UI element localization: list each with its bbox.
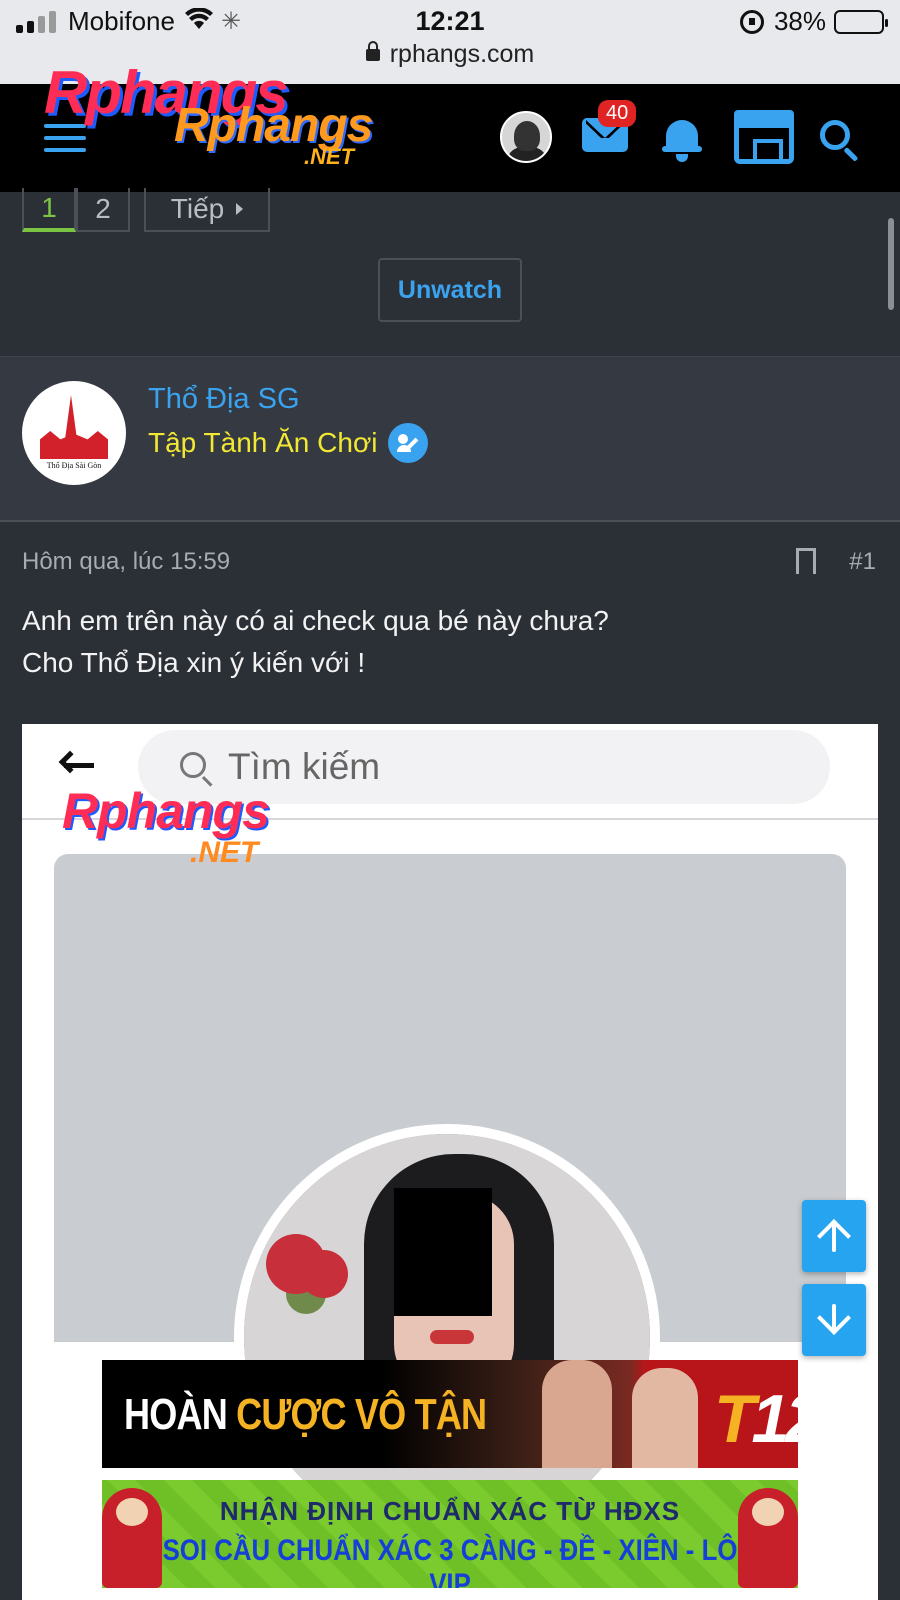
post-body: Anh em trên này có ai check qua bé này c…: [22, 600, 872, 684]
store-icon[interactable]: [734, 110, 794, 164]
ad-banner-t128[interactable]: HOÀN CƯỢC VÔ TẬN T128: [102, 1360, 798, 1468]
page-1-button[interactable]: 1: [22, 188, 76, 232]
poster-name[interactable]: Thổ Địa SG: [148, 383, 300, 416]
banner1-text-yellow: CƯỢC VÔ TẬN: [236, 1390, 487, 1439]
banner1-text: HOÀN CƯỢC VÔ TẬN: [124, 1390, 487, 1440]
arrow-up-icon: [817, 1219, 851, 1253]
banner2-line2: SOI CẦU CHUẨN XÁC 3 CÀNG - ĐỀ - XIÊN - L…: [162, 1534, 738, 1588]
bookmark-icon[interactable]: [796, 548, 816, 574]
model-image: [632, 1368, 698, 1468]
back-arrow-icon: [58, 750, 96, 780]
watermark: Rphangs .NET: [62, 782, 270, 869]
watermark-net: .NET: [190, 836, 259, 869]
post-timestamp[interactable]: Hôm qua, lúc 15:59: [22, 548, 230, 576]
search-icon[interactable]: [820, 120, 850, 150]
ad-banner-soicau[interactable]: NHẬN ĐỊNH CHUẨN XÁC TỪ HĐXS SOI CẦU CHUẨ…: [102, 1480, 798, 1588]
post-image[interactable]: Tìm kiếm Rphangs .NET: [22, 724, 878, 1600]
logo-net: .NET: [304, 144, 355, 169]
poster-title: Tập Tành Ăn Chơi: [148, 427, 378, 458]
censor-box: [394, 1188, 492, 1316]
building-icon: [40, 431, 108, 459]
rotation-lock-icon: [739, 9, 764, 34]
status-right: 38%: [739, 6, 888, 37]
unwatch-button[interactable]: Unwatch: [378, 258, 522, 322]
site-logo[interactable]: Rphangs Rphangs .NET: [44, 58, 404, 178]
scroll-indicator: [888, 218, 894, 310]
user-avatar[interactable]: [500, 111, 552, 163]
arrow-down-icon: [817, 1301, 851, 1335]
mail-badge: 40: [598, 100, 637, 127]
banner2-line1: NHẬN ĐỊNH CHUẨN XÁC TỪ HĐXS: [219, 1496, 681, 1526]
banner1-logo-t: T: [714, 1381, 755, 1457]
scroll-bottom-button[interactable]: [802, 1284, 866, 1356]
banner1-text-white: HOÀN: [124, 1390, 237, 1439]
avatar-caption: Thổ Địa Sài Gòn: [46, 461, 102, 470]
poster-avatar[interactable]: Thổ Địa Sài Gòn: [22, 381, 126, 485]
search-icon: [180, 752, 206, 778]
battery-icon: [834, 9, 888, 34]
next-page-button[interactable]: Tiếp: [144, 188, 270, 232]
post-user-block: Thổ Địa Sài Gòn Thổ Địa SG Tập Tành Ăn C…: [0, 356, 900, 522]
caret-right-icon: [236, 203, 244, 215]
site-header: Rphangs Rphangs .NET: [0, 59, 900, 192]
poster-title-row: Tập Tành Ăn Chơi: [148, 423, 428, 463]
next-page-label: Tiếp: [170, 193, 225, 224]
post-line-2: Cho Thổ Địa xin ý kiến với !: [22, 647, 366, 678]
url-text: rphangs.com: [389, 40, 535, 68]
flower-image: [266, 1234, 326, 1294]
banner1-logo-num: 128: [751, 1381, 798, 1457]
model-image: [542, 1360, 612, 1468]
post-line-1: Anh em trên này có ai check qua bé này c…: [22, 605, 609, 636]
battery-percent: 38%: [773, 6, 826, 36]
verified-user-icon: [387, 423, 428, 463]
scroll-top-button[interactable]: [802, 1200, 866, 1272]
banner1-logo: T128: [714, 1380, 798, 1458]
page-2-button[interactable]: 2: [76, 188, 130, 232]
bell-icon[interactable]: [662, 114, 702, 162]
post-number[interactable]: #1: [849, 548, 876, 576]
watermark-main: Rphangs: [62, 783, 270, 839]
pagination: 1 2 Tiếp: [22, 188, 270, 232]
